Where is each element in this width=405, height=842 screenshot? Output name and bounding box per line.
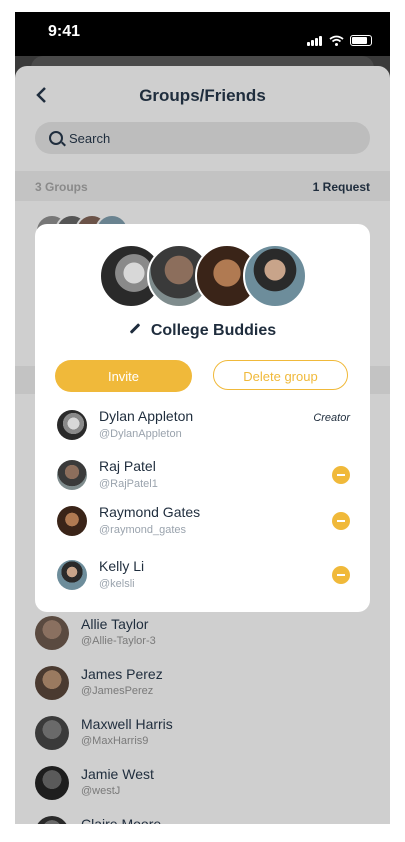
member-handle: @kelsli: [99, 578, 135, 590]
search-input[interactable]: Search: [35, 122, 370, 154]
battery-icon: [350, 35, 372, 46]
member-row: Kelly Li @kelsli: [55, 558, 350, 600]
delete-group-button[interactable]: Delete group: [213, 360, 348, 390]
avatar: [35, 666, 69, 700]
member-row: Raymond Gates @raymond_gates: [55, 504, 350, 546]
group-name[interactable]: College Buddies: [35, 322, 370, 340]
avatar: [57, 560, 87, 590]
friend-list-item[interactable]: Claire Moore: [35, 816, 375, 824]
cellular-signal-icon: [307, 28, 323, 46]
avatar: [243, 244, 307, 308]
member-name: Kelly Li: [99, 558, 145, 574]
friend-name: Maxwell Harris: [81, 716, 173, 732]
friend-name: Jamie West: [81, 766, 154, 782]
avatar: [35, 616, 69, 650]
member-name: Raj Patel: [99, 458, 156, 474]
member-handle: @DylanAppleton: [99, 428, 182, 440]
friend-name: Claire Moore: [81, 816, 162, 824]
group-details-modal: College Buddies Invite Delete group Dyla…: [35, 224, 370, 612]
member-name: Dylan Appleton: [99, 408, 194, 424]
avatar: [35, 766, 69, 800]
friend-list-item[interactable]: Jamie West @westJ: [35, 766, 375, 806]
friend-list-item[interactable]: Allie Taylor @Allie-Taylor-3: [35, 616, 375, 656]
group-name-label: College Buddies: [150, 322, 277, 339]
status-icons: [307, 28, 372, 46]
friend-handle: @MaxHarris9: [81, 735, 149, 747]
remove-member-icon[interactable]: [332, 566, 350, 584]
avatar: [57, 460, 87, 490]
groups-count: 3 Groups: [35, 180, 88, 194]
avatar: [57, 506, 87, 536]
friend-list-item[interactable]: James Perez @JamesPerez: [35, 666, 375, 706]
page-title: Groups/Friends: [139, 86, 266, 105]
friend-handle: @westJ: [81, 785, 121, 797]
avatar: [57, 410, 87, 440]
member-row: Raj Patel @RajPatel1: [55, 458, 350, 500]
member-handle: @RajPatel1: [99, 478, 158, 490]
wifi-icon: [329, 35, 344, 46]
avatar: [35, 716, 69, 750]
friend-list-item[interactable]: Maxwell Harris @MaxHarris9: [35, 716, 375, 756]
member-row: Dylan Appleton @DylanAppleton Creator: [55, 408, 350, 450]
avatar: [35, 816, 69, 824]
requests-link[interactable]: 1 Request: [313, 180, 370, 194]
friend-name: Allie Taylor: [81, 616, 149, 632]
friend-name: James Perez: [81, 666, 163, 682]
status-bar: 9:41: [15, 12, 390, 56]
creator-badge: Creator: [313, 412, 350, 424]
member-name: Raymond Gates: [99, 504, 201, 520]
pencil-icon[interactable]: [129, 323, 141, 335]
groups-section-header: 3 Groups 1 Request: [15, 171, 390, 201]
remove-member-icon[interactable]: [332, 512, 350, 530]
search-placeholder: Search: [69, 131, 111, 146]
status-time: 9:41: [48, 23, 81, 40]
member-handle: @raymond_gates: [99, 524, 186, 536]
friend-handle: @Allie-Taylor-3: [81, 635, 156, 647]
search-icon: [49, 131, 63, 145]
remove-member-icon[interactable]: [332, 466, 350, 484]
invite-button[interactable]: Invite: [55, 360, 192, 392]
friend-handle: @JamesPerez: [81, 685, 154, 697]
